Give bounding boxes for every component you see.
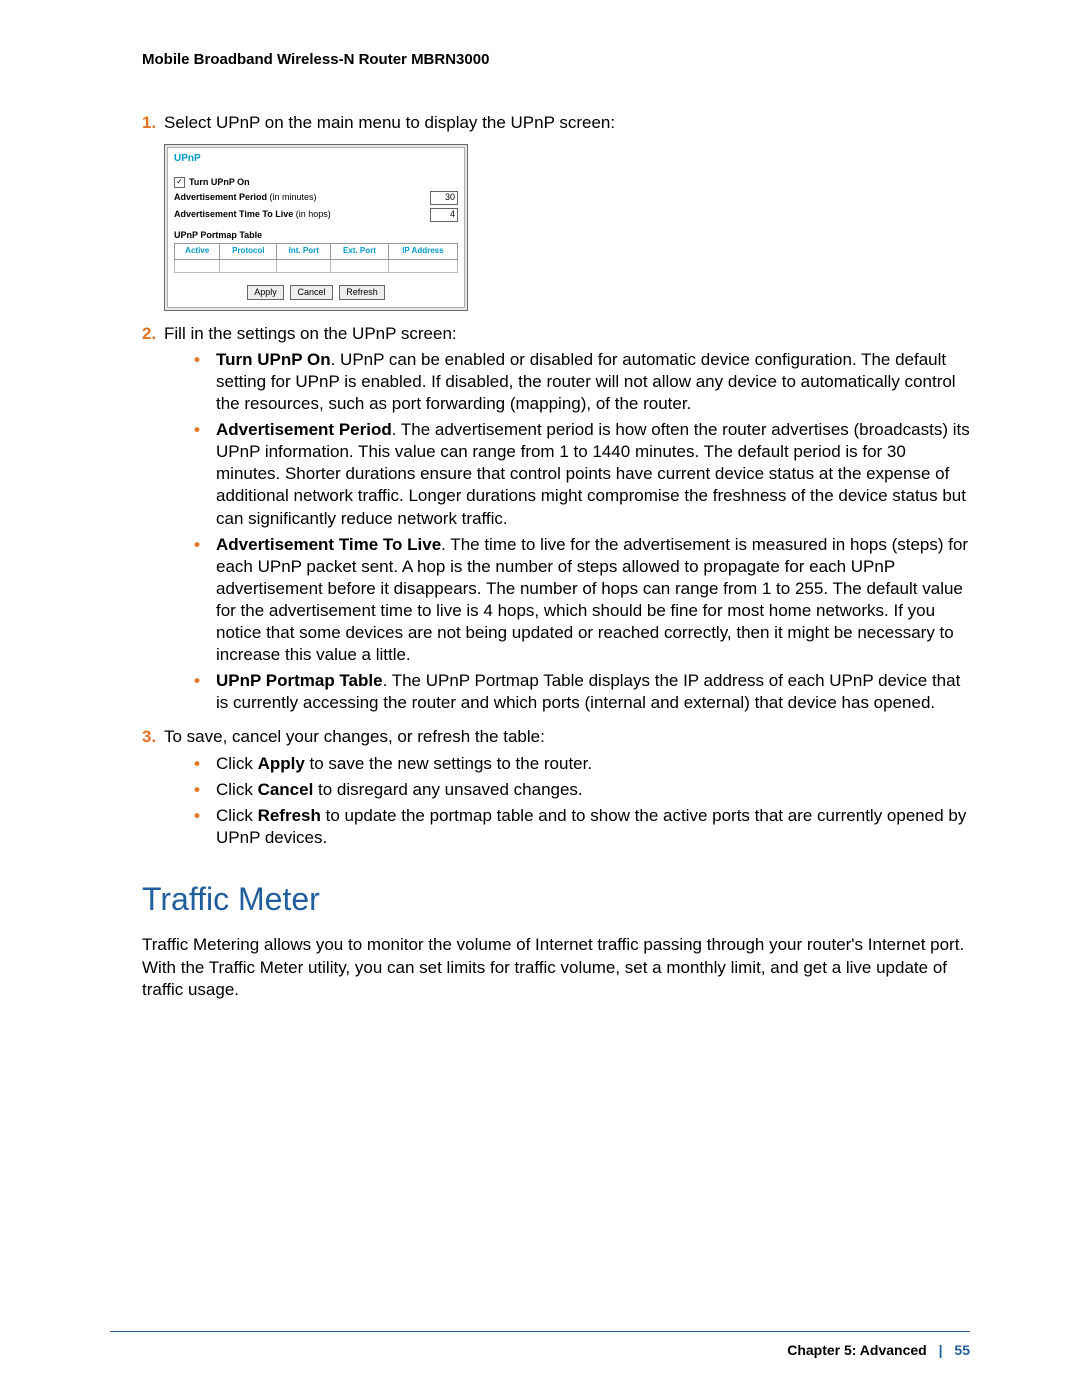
bullet-turn-upnp-on: • Turn UPnP On. UPnP can be enabled or d… bbox=[194, 349, 970, 415]
turn-upnp-on-checkbox[interactable]: ✓ bbox=[174, 177, 185, 188]
step-3: 3. To save, cancel your changes, or refr… bbox=[142, 726, 970, 852]
upnp-title: UPnP bbox=[174, 152, 458, 165]
strong-text: Apply bbox=[258, 754, 305, 773]
col-protocol: Protocol bbox=[220, 244, 277, 259]
post-text: to save the new settings to the router. bbox=[305, 754, 592, 773]
apply-button[interactable]: Apply bbox=[247, 285, 284, 301]
bullet-icon: • bbox=[194, 534, 216, 667]
pre-text: Click bbox=[216, 806, 258, 825]
cancel-button[interactable]: Cancel bbox=[290, 285, 332, 301]
doc-header: Mobile Broadband Wireless-N Router MBRN3… bbox=[142, 50, 970, 70]
bullet-refresh: • Click Refresh to update the portmap ta… bbox=[194, 805, 970, 849]
bullet-title: Turn UPnP On bbox=[216, 350, 331, 369]
section-heading-traffic-meter: Traffic Meter bbox=[142, 879, 970, 921]
portmap-table: Active Protocol Int. Port Ext. Port IP A… bbox=[174, 243, 458, 272]
bullet-title: UPnP Portmap Table bbox=[216, 671, 383, 690]
bullet-text: . The time to live for the advertisement… bbox=[216, 535, 968, 664]
bullet-icon: • bbox=[194, 349, 216, 415]
col-ext-port: Ext. Port bbox=[331, 244, 389, 259]
page-footer: Chapter 5: Advanced | 55 bbox=[787, 1341, 970, 1359]
step-number: 2. bbox=[142, 323, 164, 719]
pre-text: Click bbox=[216, 780, 258, 799]
upnp-screenshot: UPnP ✓ Turn UPnP On Advertisement Period… bbox=[164, 144, 468, 311]
step-text: Select UPnP on the main menu to display … bbox=[164, 112, 970, 134]
bullet-icon: • bbox=[194, 753, 216, 775]
bullet-icon: • bbox=[194, 419, 216, 529]
bullet-apply: • Click Apply to save the new settings t… bbox=[194, 753, 970, 775]
refresh-button[interactable]: Refresh bbox=[339, 285, 385, 301]
footer-rule bbox=[110, 1331, 970, 1332]
adv-period-label: Advertisement Period bbox=[174, 192, 267, 202]
step-text: Fill in the settings on the UPnP screen: bbox=[164, 323, 970, 345]
bullet-icon: • bbox=[194, 805, 216, 849]
turn-upnp-on-label: Turn UPnP On bbox=[189, 177, 250, 189]
bullet-cancel: • Click Cancel to disregard any unsaved … bbox=[194, 779, 970, 801]
footer-chapter: Chapter 5: Advanced bbox=[787, 1342, 927, 1358]
bullet-title: Advertisement Period bbox=[216, 420, 392, 439]
bullet-portmap: • UPnP Portmap Table. The UPnP Portmap T… bbox=[194, 670, 970, 714]
strong-text: Cancel bbox=[258, 780, 314, 799]
bullet-title: Advertisement Time To Live bbox=[216, 535, 441, 554]
portmap-title: UPnP Portmap Table bbox=[174, 230, 458, 242]
step-1: 1. Select UPnP on the main menu to displ… bbox=[142, 112, 970, 134]
col-ip: IP Address bbox=[388, 244, 457, 259]
traffic-meter-paragraph: Traffic Metering allows you to monitor t… bbox=[142, 934, 970, 1000]
post-text: to disregard any unsaved changes. bbox=[313, 780, 582, 799]
col-int-port: Int. Port bbox=[277, 244, 331, 259]
ttl-input[interactable]: 4 bbox=[430, 208, 458, 222]
post-text: to update the portmap table and to show … bbox=[216, 806, 966, 847]
footer-page-number: 55 bbox=[954, 1342, 970, 1358]
bullet-ttl: • Advertisement Time To Live. The time t… bbox=[194, 534, 970, 667]
step-number: 1. bbox=[142, 112, 164, 134]
step-2: 2. Fill in the settings on the UPnP scre… bbox=[142, 323, 970, 719]
bullet-adv-period: • Advertisement Period. The advertisemen… bbox=[194, 419, 970, 529]
strong-text: Refresh bbox=[258, 806, 321, 825]
step-number: 3. bbox=[142, 726, 164, 852]
bullet-icon: • bbox=[194, 779, 216, 801]
footer-sep: | bbox=[939, 1342, 943, 1358]
bullet-icon: • bbox=[194, 670, 216, 714]
col-active: Active bbox=[175, 244, 220, 259]
adv-period-unit: (in minutes) bbox=[267, 192, 317, 202]
pre-text: Click bbox=[216, 754, 258, 773]
table-row bbox=[175, 259, 458, 272]
adv-period-input[interactable]: 30 bbox=[430, 191, 458, 205]
step-text: To save, cancel your changes, or refresh… bbox=[164, 726, 970, 748]
ttl-unit: (in hops) bbox=[293, 209, 331, 219]
ttl-label: Advertisement Time To Live bbox=[174, 209, 293, 219]
